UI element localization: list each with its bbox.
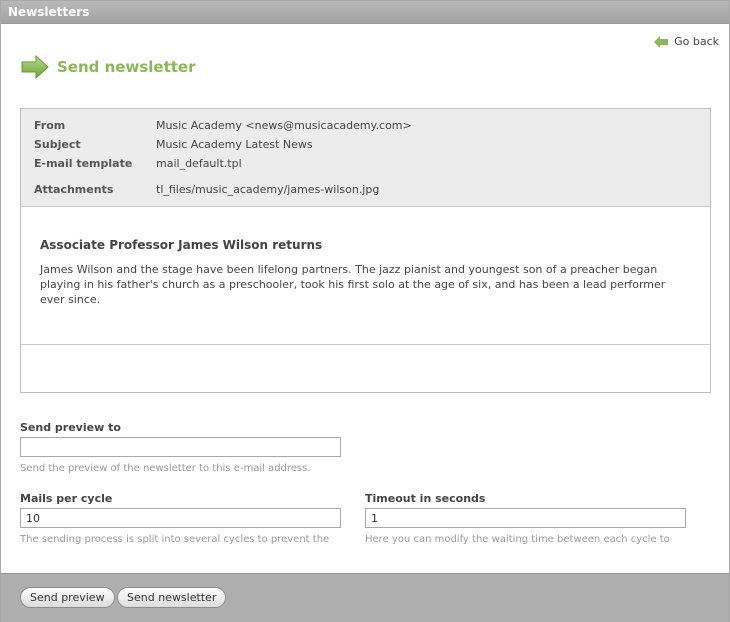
preview-meta: From Music Academy <news@musicacademy.co… [21,109,710,207]
window-title: Newsletters [1,1,729,24]
preview-content: Associate Professor James Wilson returns… [21,207,710,345]
go-back-label[interactable]: Go back [674,35,719,48]
mails-per-cycle-input[interactable] [20,508,341,528]
newsletter-headline: Associate Professor James Wilson returns [40,238,323,252]
template-label: E-mail template [34,157,133,170]
go-back-link[interactable]: Go back [654,35,719,48]
preview-to-label: Send preview to [20,421,121,434]
mails-per-cycle-help: The sending process is split into severa… [20,534,330,545]
from-label: From [34,119,66,132]
attachments-label: Attachments [34,183,114,196]
send-newsletter-button[interactable]: Send newsletter [117,587,227,608]
action-bar: Send preview Send newsletter [1,573,729,622]
newsletter-window: Newsletters Go back Send newsletter From… [0,0,730,622]
subject-value: Music Academy Latest News [156,138,313,151]
template-value: mail_default.tpl [156,157,242,170]
page-title: Send newsletter [57,58,196,76]
back-arrow-icon [654,35,669,48]
timeout-help: Here you can modify the waiting time bet… [365,534,670,545]
timeout-input[interactable] [365,508,686,528]
forward-arrow-icon [21,55,49,79]
from-value: Music Academy <news@musicacademy.com> [156,119,412,132]
newsletter-body: James Wilson and the stage have been lif… [40,263,666,306]
page-heading: Send newsletter [21,55,195,79]
preview-to-input[interactable] [20,437,341,457]
timeout-label: Timeout in seconds [365,492,486,505]
send-preview-button[interactable]: Send preview [20,587,115,608]
mails-per-cycle-label: Mails per cycle [20,492,113,505]
newsletter-preview: From Music Academy <news@musicacademy.co… [20,108,711,393]
subject-label: Subject [34,138,81,151]
preview-to-help: Send the preview of the newsletter to th… [20,463,311,474]
attachments-value: tl_files/music_academy/james-wilson.jpg [156,183,380,196]
